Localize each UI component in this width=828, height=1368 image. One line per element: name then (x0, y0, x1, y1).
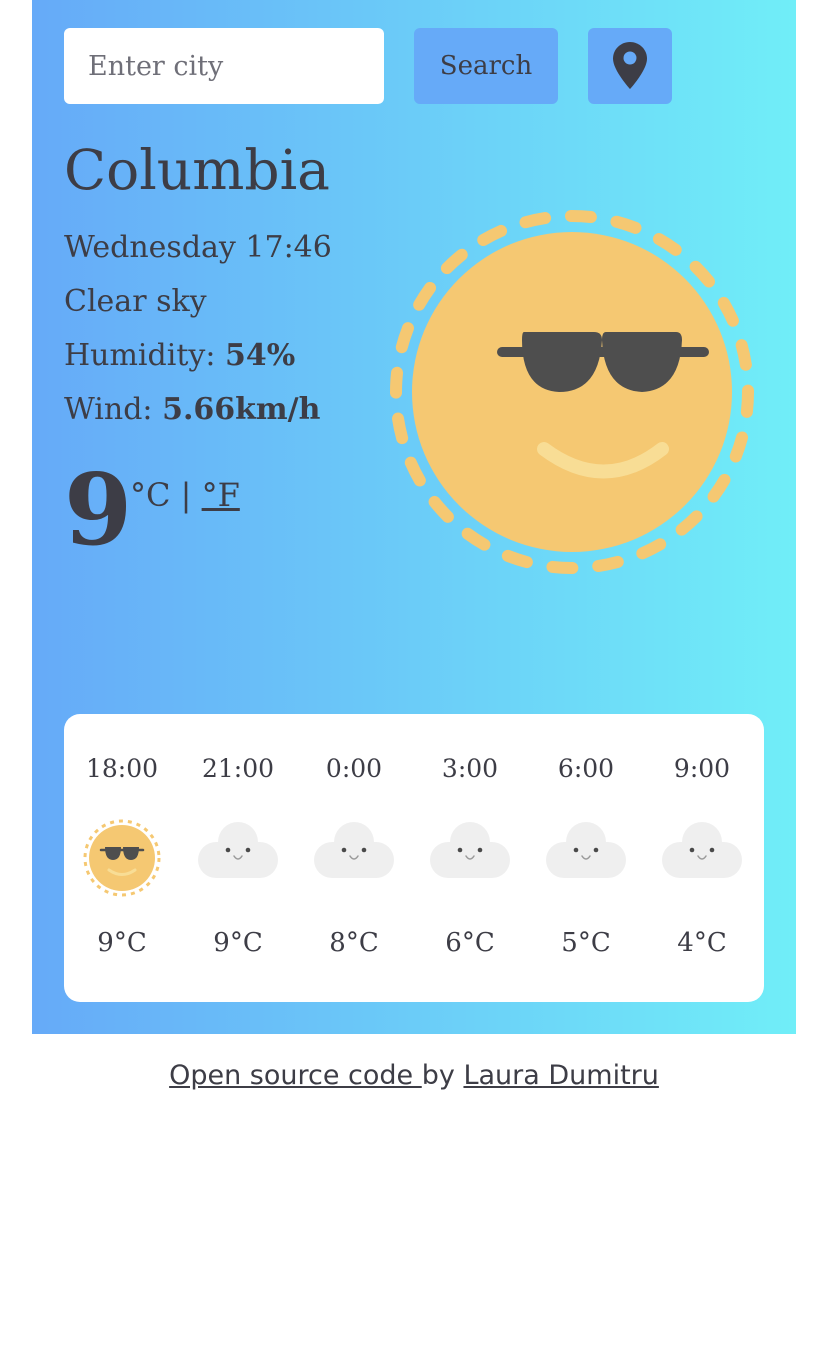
city-name: Columbia (64, 138, 330, 202)
author-link[interactable]: Laura Dumitru (463, 1060, 658, 1091)
forecast-item: 3:00 6°C (412, 714, 528, 1002)
forecast-panel: 18:00 9°C 21:00 9°C 0:00 8°C 3:00 6°C 6:… (64, 714, 764, 1002)
footer-by-text: by (421, 1060, 464, 1091)
forecast-temp: 6°C (445, 928, 495, 958)
source-code-link[interactable]: Open source code (169, 1060, 422, 1091)
unit-separator: | (180, 476, 192, 514)
temperature-value: 9 (64, 453, 133, 568)
forecast-time: 21:00 (201, 754, 275, 783)
forecast-time: 18:00 (85, 754, 159, 783)
sun-sunglasses-icon (390, 210, 754, 574)
cloud-icon (430, 822, 510, 878)
weather-description: Clear sky (64, 284, 207, 319)
date-time: Wednesday 17:46 (64, 230, 332, 265)
forecast-time: 3:00 (441, 754, 499, 783)
wind-value: 5.66km/h (162, 392, 321, 427)
unit-celsius: °C (130, 476, 171, 514)
humidity-label: Humidity: (64, 338, 225, 373)
forecast-item: 21:00 9°C (180, 714, 296, 1002)
sun-sunglasses-icon (83, 819, 161, 897)
city-search-input[interactable] (64, 28, 384, 104)
forecast-item: 9:00 4°C (644, 714, 760, 1002)
unit-switcher: °C | °F (130, 476, 240, 514)
forecast-item: 18:00 9°C (64, 714, 180, 1002)
wind: Wind: 5.66km/h (64, 392, 320, 427)
current-location-button[interactable] (588, 28, 672, 104)
search-button[interactable]: Search (414, 28, 558, 104)
humidity: Humidity: 54% (64, 338, 295, 373)
forecast-item: 0:00 8°C (296, 714, 412, 1002)
forecast-temp: 8°C (329, 928, 379, 958)
forecast-time: 0:00 (325, 754, 383, 783)
forecast-temp: 9°C (97, 928, 147, 958)
forecast-temp: 9°C (213, 928, 263, 958)
weather-app: Search Columbia Wednesday 17:46 Clear sk… (32, 0, 796, 1034)
cloud-icon (198, 822, 278, 878)
cloud-icon (314, 822, 394, 878)
cloud-icon (546, 822, 626, 878)
map-pin-icon (613, 42, 647, 89)
forecast-temp: 4°C (677, 928, 727, 958)
forecast-item: 6:00 5°C (528, 714, 644, 1002)
forecast-temp: 5°C (561, 928, 611, 958)
forecast-time: 6:00 (557, 754, 615, 783)
footer: Open source code by Laura Dumitru (0, 1060, 828, 1091)
cloud-icon (662, 822, 742, 878)
unit-fahrenheit-link[interactable]: °F (202, 476, 240, 514)
wind-label: Wind: (64, 392, 163, 427)
forecast-time: 9:00 (673, 754, 731, 783)
humidity-value: 54% (224, 338, 296, 373)
